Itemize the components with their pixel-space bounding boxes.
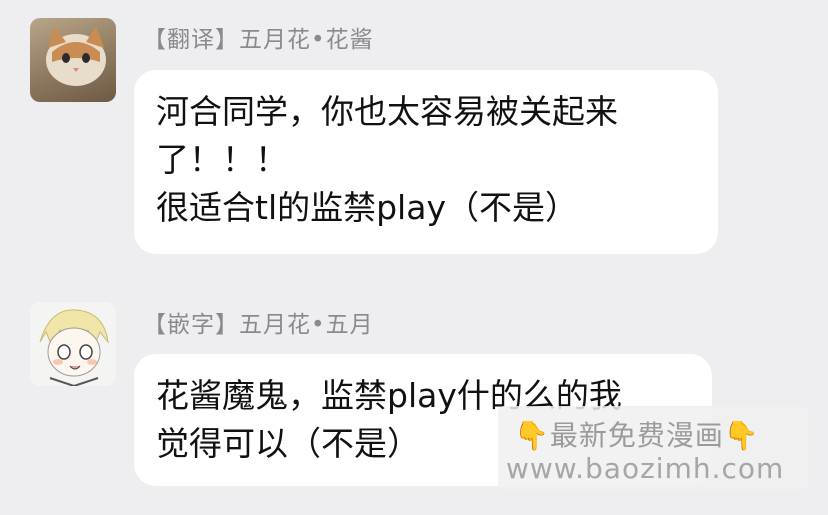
sender-name: 【翻译】五月花•花酱 [143,27,374,53]
watermark-text: 最新免费漫画 [549,419,724,452]
watermark-line1: 👇最新免费漫画👇 [514,414,760,454]
avatar-cat[interactable]: 超怂 [30,18,116,102]
watermark: 👇最新免费漫画👇 www.baozimh.com [498,406,808,490]
cat-photo [46,26,106,86]
watermark-url: www.baozimh.com [506,452,785,485]
pointing-down-hand-icon: 👇 [514,419,550,452]
sender-name: 【嵌字】五月花•五月 [143,312,374,338]
avatar-anime[interactable] [30,302,116,386]
pointing-down-hand-icon: 👇 [723,419,760,452]
message-bubble[interactable]: 河合同学，你也太容易被关起来 了！！！ 很适合tl的监禁play（不是） [134,70,718,254]
anime-portrait [39,309,109,386]
